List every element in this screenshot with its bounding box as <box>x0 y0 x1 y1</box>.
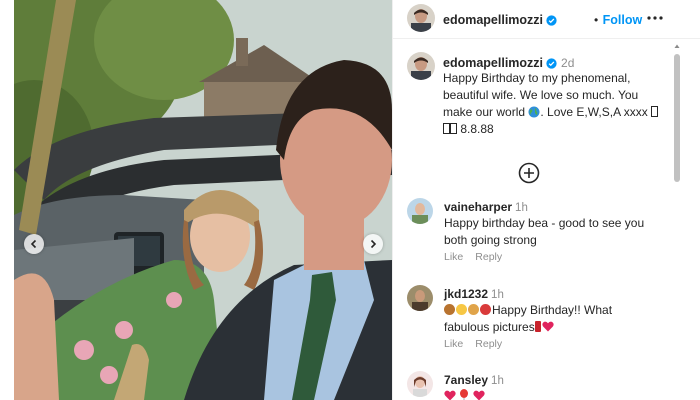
balloon-emoji-icon <box>480 304 491 315</box>
chevron-right-icon <box>370 239 377 249</box>
commenter-username[interactable]: 7ansley <box>444 373 488 387</box>
missing-glyph-icon <box>443 123 450 134</box>
verified-badge-icon <box>546 15 557 26</box>
commenter-avatar[interactable] <box>407 198 433 224</box>
chevron-left-icon <box>30 239 37 249</box>
scroll-up-arrow-icon[interactable] <box>674 43 680 49</box>
red-heart-emoji-icon <box>473 390 485 400</box>
follow-wrap: • Follow <box>594 11 642 29</box>
comment-actions: Like Reply <box>444 251 514 263</box>
missing-glyph-icon <box>450 123 457 134</box>
post-header: edomapellimozzi • Follow <box>393 0 700 39</box>
author-avatar[interactable] <box>407 4 435 32</box>
comment-item: 7ansley 1h <box>393 371 665 400</box>
comment-item: jkd1232 1h Happy Birthday!! What fabulous… <box>393 285 665 355</box>
separator-dot: • <box>594 13 599 27</box>
next-photo-button[interactable] <box>363 234 383 254</box>
author-username-row: edomapellimozzi <box>443 11 557 29</box>
comment-timestamp[interactable]: 1h <box>491 289 504 301</box>
comment-text <box>444 388 659 400</box>
comments-scrollbar[interactable] <box>673 40 681 400</box>
party-face-emoji-icon <box>456 304 467 315</box>
like-comment-button[interactable]: Like <box>444 338 463 350</box>
people-emoji-icon <box>468 304 479 315</box>
comment-text: Happy birthday bea - good to see you bot… <box>444 216 645 247</box>
scrollbar-thumb[interactable] <box>674 54 680 182</box>
previous-photo-button[interactable] <box>24 234 44 254</box>
add-circle-icon[interactable] <box>518 162 540 184</box>
reply-comment-button[interactable]: Reply <box>475 338 502 350</box>
more-horizontal-icon[interactable] <box>645 9 665 27</box>
like-comment-button[interactable]: Like <box>444 251 463 263</box>
comment-header: 7ansley 1h <box>444 371 504 389</box>
caption-timestamp[interactable]: 2d <box>561 56 574 70</box>
red-heart-emoji-icon <box>542 321 554 332</box>
reply-comment-button[interactable]: Reply <box>475 251 502 263</box>
caption-author-avatar[interactable] <box>407 52 435 80</box>
cake-emoji-icon <box>444 304 455 315</box>
balloon-emoji-icon <box>460 389 469 400</box>
exclamation-emoji-icon <box>534 321 541 332</box>
author-username[interactable]: edomapellimozzi <box>443 13 543 27</box>
comment-text: Happy Birthday!! What fabulous pictures <box>444 302 659 336</box>
comment-header: jkd1232 1h <box>444 285 504 303</box>
commenter-avatar[interactable] <box>407 285 433 311</box>
comment-timestamp[interactable]: 1h <box>515 202 528 214</box>
verified-badge-icon <box>546 58 557 69</box>
instagram-post-modal: edomapellimozzi • Follow edomapellimozzi… <box>0 0 700 400</box>
comment-item: vaineharper 1h Happy birthday bea - good … <box>393 198 665 268</box>
comment-actions: Like Reply <box>444 338 514 350</box>
caption-text-part-2: . Love E,W,S,A xxxx <box>540 105 648 119</box>
commenter-username[interactable]: vaineharper <box>444 200 512 214</box>
commenter-username[interactable]: jkd1232 <box>444 287 488 301</box>
post-photo[interactable] <box>14 0 392 400</box>
caption-text: Happy Birthday to my phenomenal, beautif… <box>443 70 665 138</box>
comments-scroll-area[interactable]: edomapellimozzi 2d Happy Birthday to my p… <box>393 39 665 400</box>
missing-glyph-icon <box>651 106 659 117</box>
comment-timestamp[interactable]: 1h <box>491 375 504 387</box>
post-side-panel: edomapellimozzi • Follow edomapellimozzi… <box>392 0 700 400</box>
follow-button[interactable]: Follow <box>603 13 643 27</box>
caption-text-part-3: 8.8.88 <box>460 122 494 136</box>
comment-header: vaineharper 1h <box>444 198 528 216</box>
caption-username[interactable]: edomapellimozzi <box>443 56 543 70</box>
red-heart-emoji-icon <box>444 390 456 400</box>
photo-image <box>14 0 392 400</box>
commenter-avatar[interactable] <box>407 371 433 397</box>
globe-emoji-icon <box>528 106 540 118</box>
